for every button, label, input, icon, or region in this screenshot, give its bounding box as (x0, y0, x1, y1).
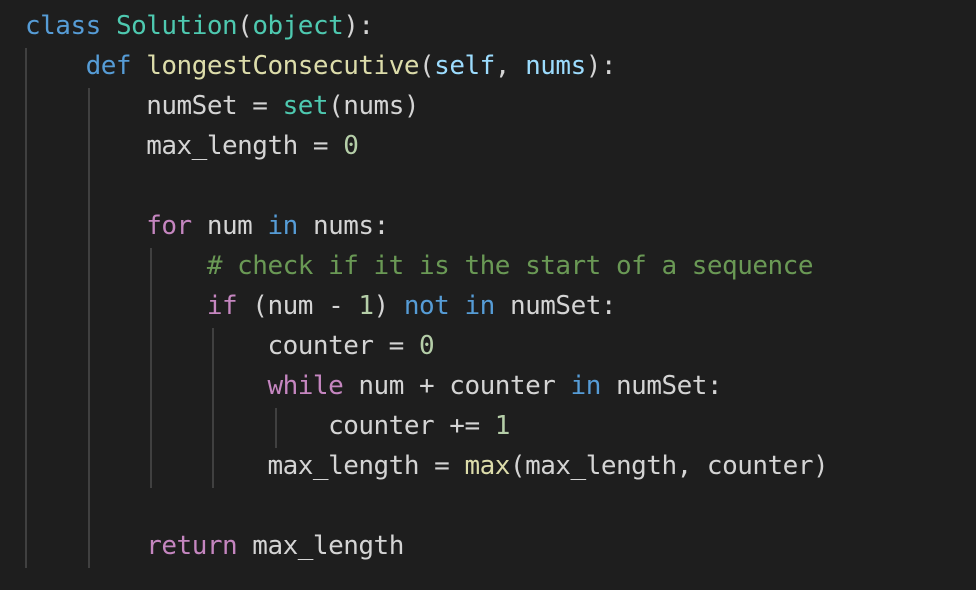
code-token: nums (525, 51, 586, 81)
code-line[interactable]: # check if it is the start of a sequence (25, 246, 814, 286)
code-token: (max_length, counter) (509, 451, 829, 481)
code-token: counter = (25, 331, 419, 361)
code-token: , (494, 51, 526, 81)
code-token: ) (373, 291, 404, 321)
code-token: nums: (297, 211, 389, 241)
code-token: Solution (115, 11, 238, 41)
code-line[interactable]: class Solution(object): (25, 6, 374, 46)
code-token: in (570, 371, 602, 401)
code-token: self (434, 51, 495, 81)
code-token: numSet: (600, 371, 723, 401)
code-token: numSet = (25, 91, 283, 121)
code-token: set (282, 91, 329, 121)
code-token: 0 (343, 131, 359, 161)
code-token: in (464, 291, 495, 321)
code-line[interactable]: while num + counter in numSet: (25, 366, 722, 406)
code-token: not (403, 291, 450, 321)
code-line[interactable]: if (num - 1) not in numSet: (25, 286, 617, 326)
code-line[interactable]: counter = 0 (25, 326, 434, 366)
code-line[interactable]: return max_length (25, 526, 404, 566)
code-line[interactable]: max_length = 0 (25, 126, 359, 166)
code-token: numSet: (494, 291, 617, 321)
code-token: # check if it is the start of a sequence (206, 251, 814, 281)
code-token: (nums) (328, 91, 419, 121)
code-token: num (191, 211, 268, 241)
code-token: if (206, 291, 238, 321)
code-token: 0 (419, 331, 435, 361)
code-token: ( (237, 11, 253, 41)
code-token: max (464, 451, 510, 481)
code-line[interactable]: def longestConsecutive(self, nums): (25, 46, 617, 86)
code-token: max_length (237, 531, 404, 561)
code-token: in (267, 211, 298, 241)
code-line[interactable]: numSet = set(nums) (25, 86, 419, 126)
code-line[interactable]: counter += 1 (25, 406, 510, 446)
code-line[interactable]: max_length = max(max_length, counter) (25, 446, 828, 486)
code-line[interactable]: for num in nums: (25, 206, 389, 246)
code-token: class (25, 11, 101, 41)
code-token: 1 (358, 291, 374, 321)
code-token: max_length = (25, 131, 344, 161)
code-token: counter += (25, 411, 495, 441)
code-token: ): (585, 51, 617, 81)
code-token: longestConsecutive (146, 51, 420, 81)
code-token: while (267, 371, 344, 401)
code-token: return (146, 531, 238, 561)
code-token: max_length = (25, 451, 465, 481)
code-token: 1 (494, 411, 511, 441)
code-token: ( (419, 51, 435, 81)
code-token: (num - (237, 291, 359, 321)
code-token: object (252, 11, 344, 41)
code-token: for (146, 211, 192, 241)
code-token: num + counter (343, 371, 571, 401)
code-token: ): (343, 11, 374, 41)
code-token: def (85, 51, 132, 81)
code-editor[interactable]: class Solution(object): def longestConse… (0, 0, 976, 590)
